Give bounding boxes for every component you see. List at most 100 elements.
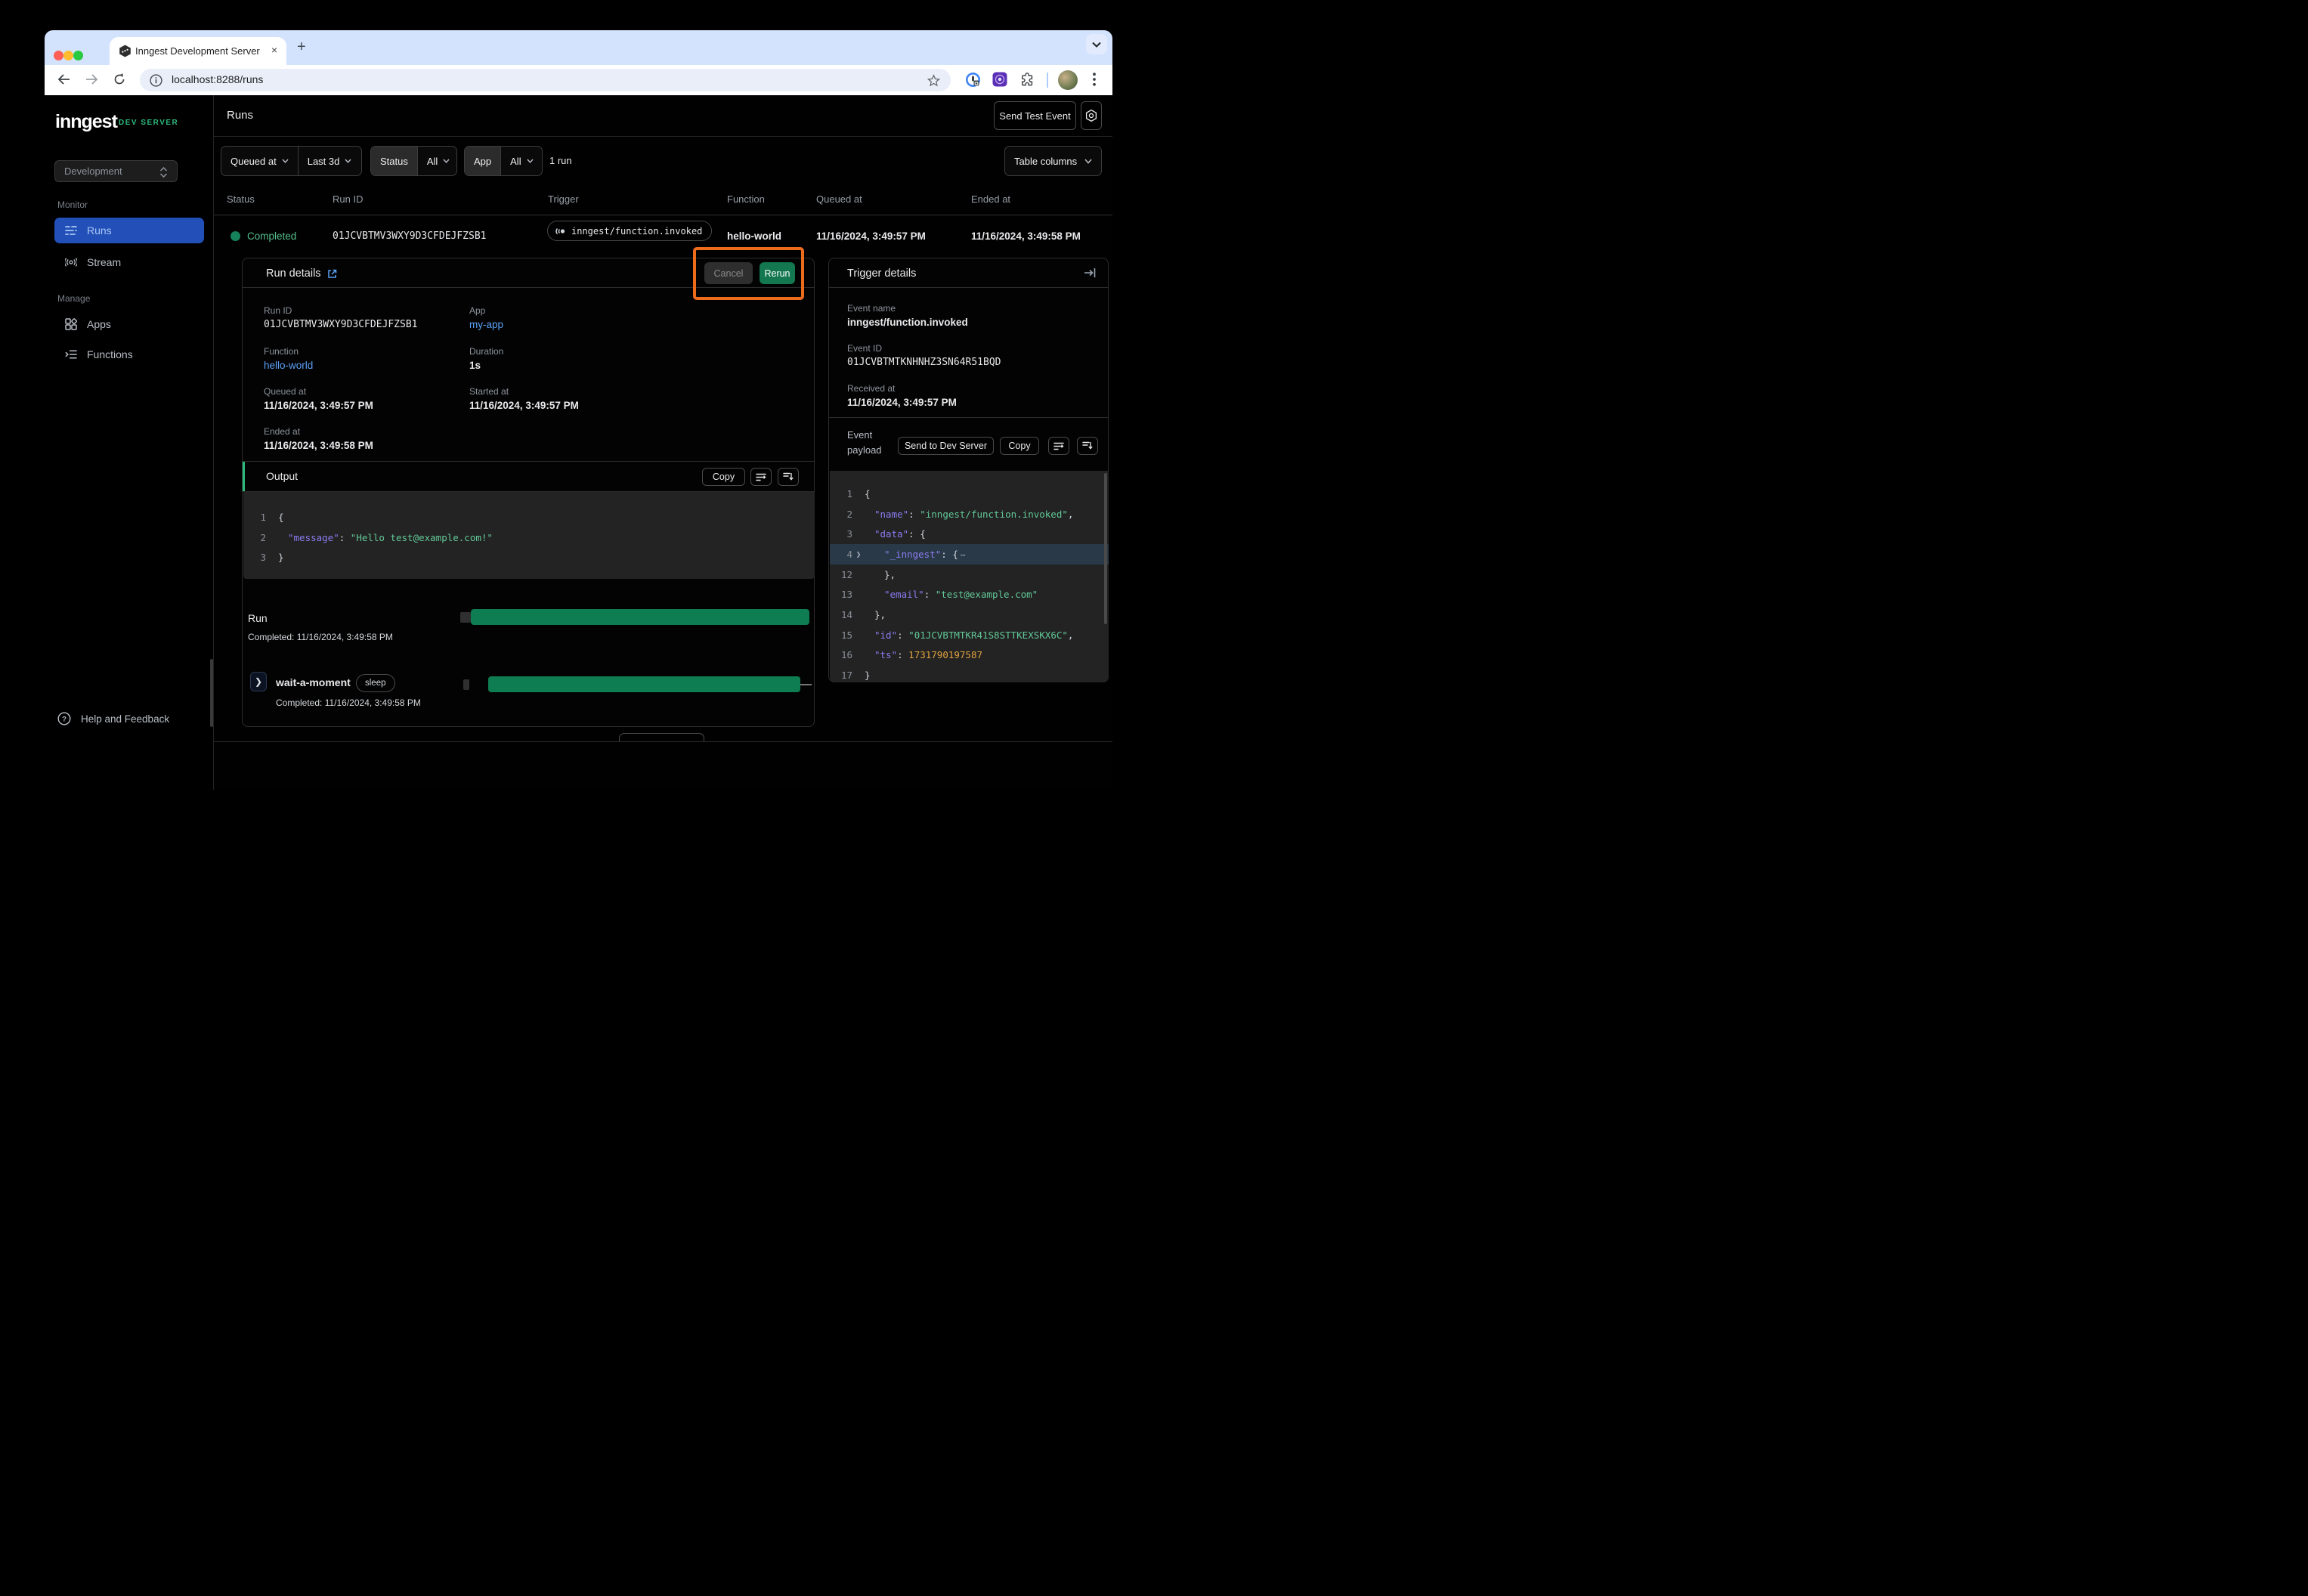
sidebar-scrollbar[interactable] <box>210 659 213 727</box>
timeline-run-offset <box>460 612 471 623</box>
status-dot <box>230 231 240 241</box>
send-test-event-label: Send Test Event <box>999 110 1070 122</box>
partially-visible-button[interactable] <box>619 733 704 741</box>
collapse-panel-icon[interactable] <box>1084 268 1096 278</box>
trigger-details-title: Trigger details <box>847 268 916 280</box>
back-button[interactable] <box>55 71 72 88</box>
timeline-step-bar[interactable] <box>488 676 800 692</box>
manage-section-label: Manage <box>57 293 90 304</box>
run-id-label: Run ID <box>264 305 292 316</box>
browser-menu-button[interactable] <box>1086 71 1103 88</box>
column-header-run-id[interactable]: Run ID <box>333 193 363 205</box>
site-info-icon[interactable] <box>150 74 162 87</box>
step-expand-button[interactable]: ❯ <box>250 672 267 691</box>
event-payload-title: Event payload <box>847 428 889 458</box>
url-bar[interactable]: localhost:8288/runs <box>140 69 951 91</box>
runs-icon <box>65 224 77 237</box>
code-line: 13"email": "test@example.com" <box>830 584 1109 605</box>
step-completed: Completed: 11/16/2024, 3:49:58 PM <box>276 697 421 708</box>
function-link[interactable]: hello-world <box>264 360 313 371</box>
reload-button[interactable] <box>111 71 128 88</box>
table-columns-button[interactable]: Table columns <box>1005 147 1101 175</box>
app-filter-dropdown[interactable]: All <box>500 147 542 175</box>
send-to-dev-server-button[interactable]: Send to Dev Server <box>898 437 994 455</box>
function-label: Function <box>264 346 299 357</box>
output-copy-button[interactable]: Copy <box>702 468 745 486</box>
url-text: localhost:8288/runs <box>172 73 263 85</box>
gear-icon <box>1084 109 1098 122</box>
payload-wrap-button[interactable] <box>1048 437 1069 455</box>
new-tab-button[interactable]: + <box>297 39 306 56</box>
browser-toolbar: localhost:8288/runs <box>45 65 1112 95</box>
output-wrap-button[interactable] <box>750 468 772 486</box>
environment-label: Development <box>64 165 122 177</box>
sidebar-item-apps[interactable]: Apps <box>54 311 204 337</box>
window-zoom-button[interactable] <box>73 51 83 60</box>
chevron-down-icon <box>282 159 289 163</box>
help-and-feedback[interactable]: ? Help and Feedback <box>57 712 169 725</box>
timeline-run-bar[interactable] <box>471 609 809 625</box>
browser-tab[interactable]: Inngest Development Server × <box>110 37 286 65</box>
word-wrap-icon <box>1053 442 1064 450</box>
send-test-event-button[interactable]: Send Test Event <box>994 101 1076 130</box>
chevron-down-icon <box>527 159 534 163</box>
sidebar-item-runs[interactable]: Runs <box>54 218 204 243</box>
column-header-function[interactable]: Function <box>727 193 765 205</box>
cancel-button[interactable]: Cancel <box>704 262 753 284</box>
time-range-dropdown[interactable]: Last 3d <box>298 147 361 175</box>
header-divider <box>214 136 1112 137</box>
external-link-icon[interactable] <box>327 269 337 279</box>
window-close-button[interactable] <box>54 51 63 60</box>
chevron-down-icon <box>345 159 351 163</box>
output-code[interactable]: 1{2"message": "Hello test@example.com!"3… <box>243 492 815 579</box>
received-at-label: Received at <box>847 383 895 394</box>
help-label: Help and Feedback <box>81 713 169 725</box>
bookmark-star-icon[interactable] <box>927 74 940 87</box>
payload-copy-button[interactable]: Copy <box>1000 437 1039 455</box>
app-label: App <box>469 305 485 316</box>
tab-close-icon[interactable]: × <box>271 44 277 56</box>
step-name: wait-a-moment <box>276 676 351 688</box>
sidebar-item-functions[interactable]: Functions <box>54 342 204 367</box>
forward-button[interactable] <box>83 71 100 88</box>
rerun-button[interactable]: Rerun <box>760 262 795 284</box>
word-wrap-icon <box>756 473 766 481</box>
output-expand-button[interactable] <box>778 468 799 486</box>
run-details-title: Run details <box>266 268 321 280</box>
environment-selector[interactable]: Development <box>54 160 178 182</box>
window-minimize-button[interactable] <box>63 51 73 60</box>
time-field-dropdown[interactable]: Queued at <box>221 147 298 175</box>
column-header-trigger[interactable]: Trigger <box>548 193 579 205</box>
code-line: 2"name": "inngest/function.invoked", <box>830 504 1109 524</box>
column-header-ended[interactable]: Ended at <box>971 193 1010 205</box>
inngest-app: inngest DEV SERVER Development Monitor R… <box>45 95 1112 790</box>
row-trigger-badge[interactable]: inngest/function.invoked <box>547 221 712 241</box>
time-filter-group: Queued at Last 3d <box>221 146 362 176</box>
sidebar-item-stream[interactable]: Stream <box>54 249 204 275</box>
profile-avatar[interactable] <box>1058 70 1078 90</box>
row-ended-at: 11/16/2024, 3:49:58 PM <box>971 230 1081 242</box>
functions-icon <box>65 348 77 360</box>
password-manager-extension-icon[interactable] <box>964 71 981 88</box>
settings-button[interactable] <box>1081 101 1102 130</box>
trigger-details-card: Trigger details Event name inngest/funct… <box>828 258 1109 682</box>
extensions-puzzle-icon[interactable] <box>1019 71 1035 88</box>
column-header-status[interactable]: Status <box>227 193 255 205</box>
sidebar-item-label: Functions <box>87 348 133 360</box>
help-question-icon: ? <box>57 712 71 725</box>
payload-scrollbar[interactable] <box>1104 473 1107 624</box>
ended-label: Ended at <box>264 426 300 437</box>
tab-search-button[interactable] <box>1086 34 1107 54</box>
purple-extension-icon[interactable] <box>992 71 1008 88</box>
chevron-down-icon <box>443 159 450 163</box>
output-title: Output <box>266 470 298 482</box>
column-header-queued[interactable]: Queued at <box>816 193 862 205</box>
event-payload-code[interactable]: 1{2"name": "inngest/function.invoked",3"… <box>830 471 1109 682</box>
stream-icon <box>65 256 77 268</box>
forward-arrow-icon <box>85 74 98 85</box>
tab-title: Inngest Development Server <box>135 45 260 57</box>
status-filter-dropdown[interactable]: All <box>417 147 457 175</box>
step-kind-label: sleep <box>365 679 386 688</box>
app-link[interactable]: my-app <box>469 319 503 330</box>
payload-expand-button[interactable] <box>1077 437 1098 455</box>
